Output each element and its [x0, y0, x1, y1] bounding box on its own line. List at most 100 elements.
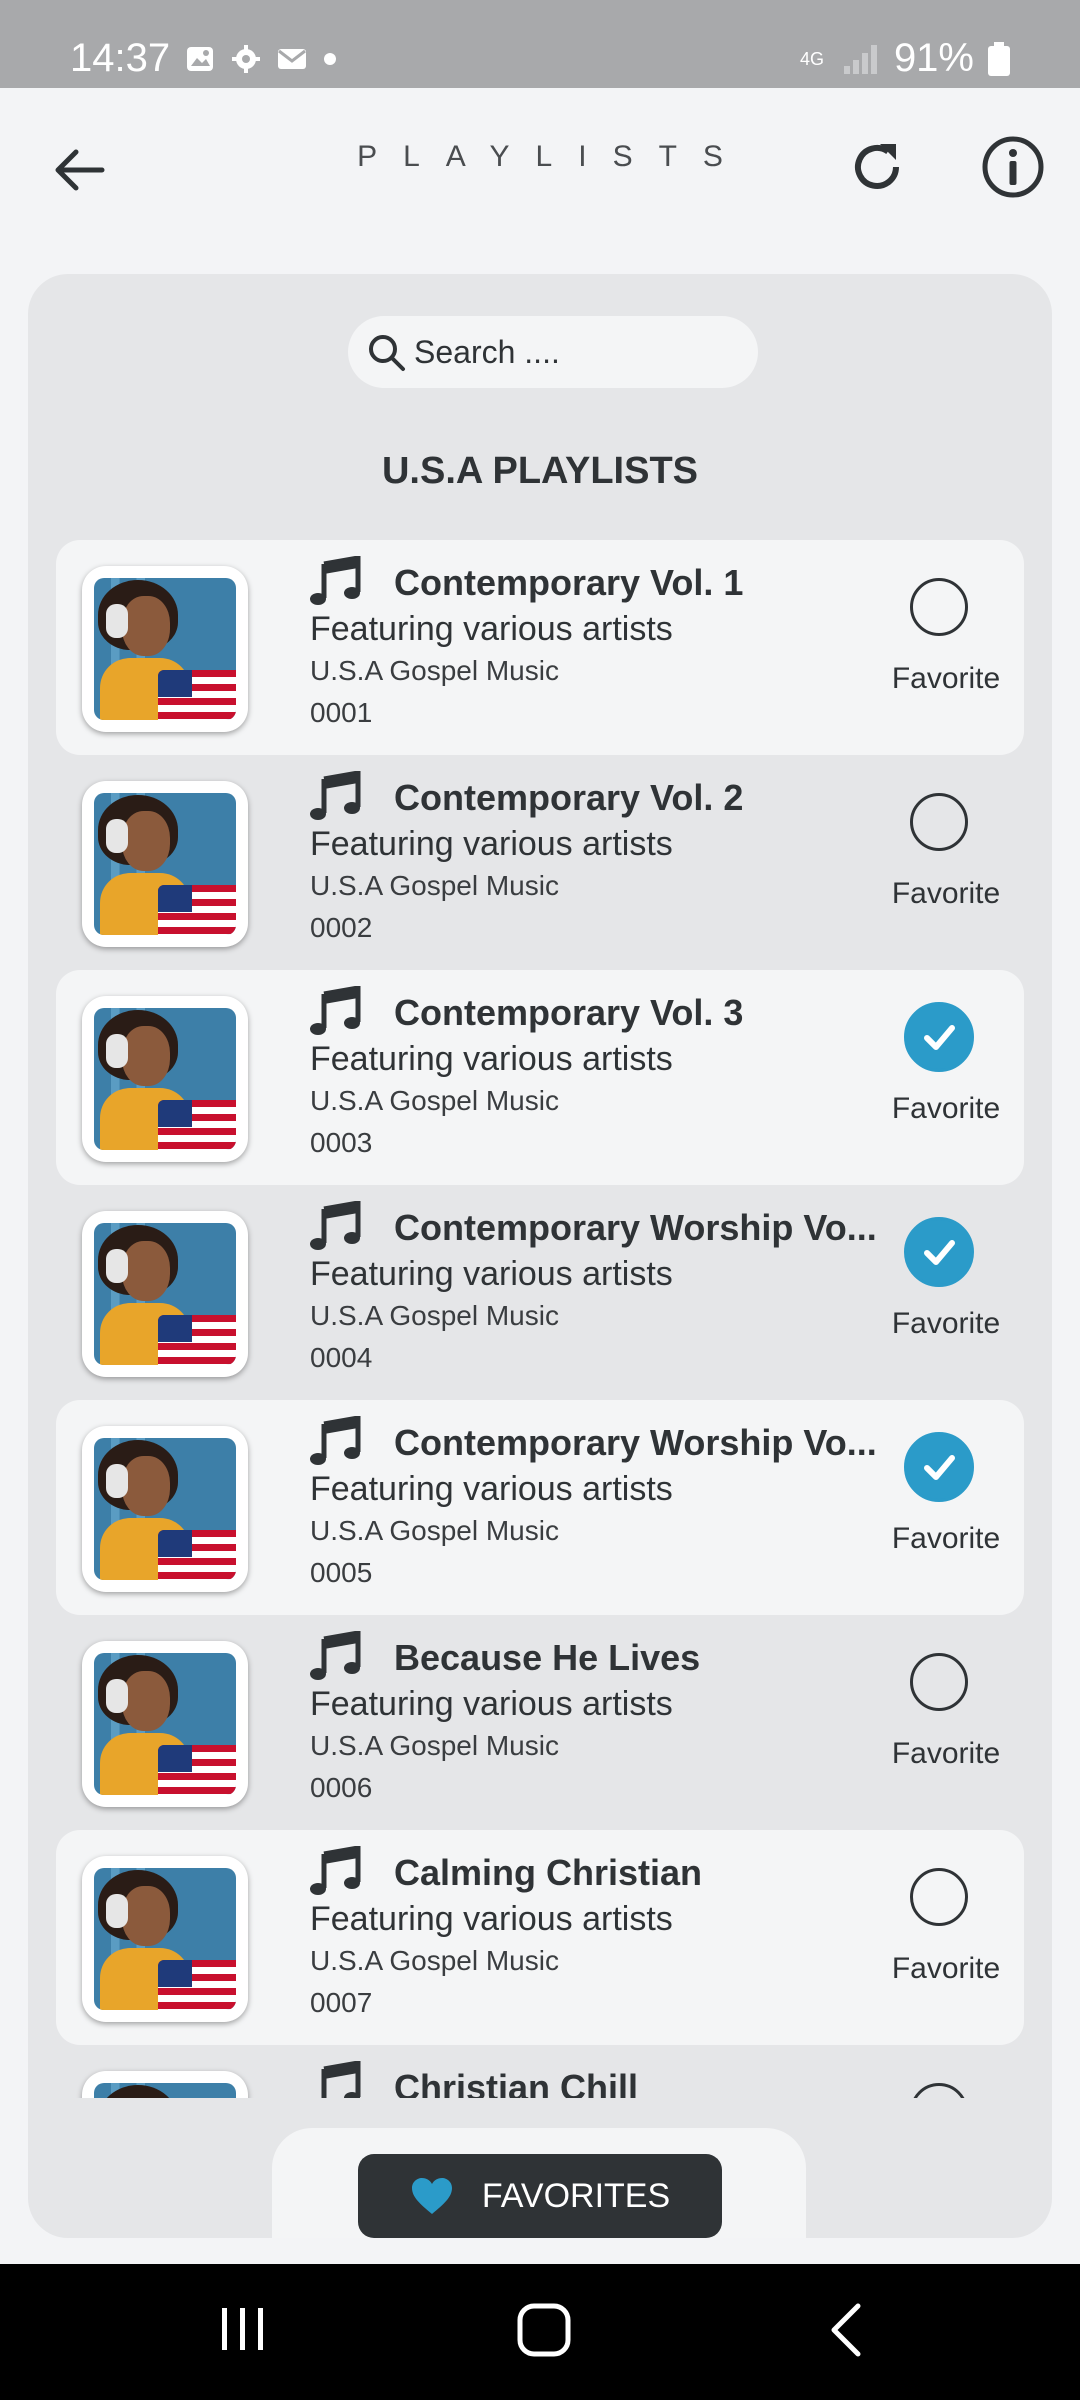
favorite-checkbox[interactable]: [910, 578, 968, 636]
cover-image: [94, 1223, 236, 1365]
playlist-title: Contemporary Worship Vo...: [394, 1422, 877, 1463]
playlist-number: 0007: [310, 1987, 373, 2018]
playlist-row[interactable]: Contemporary Vol. 2 Featuring various ar…: [56, 755, 1024, 970]
playlist-title: Because He Lives: [394, 1637, 701, 1678]
cover-image: [94, 1868, 236, 2010]
playlist-title: Contemporary Vol. 2: [394, 777, 744, 818]
mail-icon: [278, 49, 306, 69]
playlist-row[interactable]: Because He Lives Featuring various artis…: [56, 1615, 1024, 1830]
cover-image: [94, 1438, 236, 1580]
cover-image: [94, 1653, 236, 1795]
usa-flag-icon: [158, 670, 236, 720]
playlist-genre: U.S.A Gospel Music: [310, 655, 559, 686]
usa-flag-icon: [158, 1315, 236, 1365]
playlist-number: 0001: [310, 697, 373, 728]
usa-flag-icon: [158, 885, 236, 935]
playlist-thumbnail: [82, 2071, 248, 2098]
status-time: 14:37: [70, 36, 171, 80]
home-icon[interactable]: [516, 2302, 572, 2358]
favorite-checkbox[interactable]: [910, 793, 968, 851]
playlist-subtitle: Featuring various artists: [310, 1040, 673, 1078]
favorite-checkbox[interactable]: [910, 2083, 968, 2098]
playlist-number: 0003: [310, 1127, 373, 1158]
favorite-checkbox[interactable]: [904, 1217, 974, 1287]
playlist-genre: U.S.A Gospel Music: [310, 1300, 559, 1331]
playlist-genre: U.S.A Gospel Music: [310, 1730, 559, 1761]
playlist-title: Calming Christian: [394, 1852, 703, 1893]
playlist-genre: U.S.A Gospel Music: [310, 870, 559, 901]
music-note-icon: [310, 771, 361, 820]
usa-flag-icon: [158, 1530, 236, 1580]
playlist-subtitle: Featuring various artists: [310, 610, 673, 648]
playlist-thumbnail: [82, 1426, 248, 1592]
playlist-genre: U.S.A Gospel Music: [310, 1085, 559, 1116]
playlist-title: Contemporary Worship Vo...: [394, 1207, 877, 1248]
search-bar[interactable]: [348, 316, 758, 388]
favorite-label: Favorite: [891, 1952, 1001, 1985]
cover-image: [94, 2083, 236, 2098]
favorite-checkbox[interactable]: [904, 1432, 974, 1502]
favorite-checkbox[interactable]: [910, 1653, 968, 1711]
playlists-panel: U.S.A PLAYLISTS Contemporary Vol. 1 Feat…: [28, 274, 1052, 2238]
search-input[interactable]: [414, 333, 734, 371]
battery-icon: [988, 41, 1010, 76]
app-header: PLAYLISTS: [0, 88, 1080, 268]
nav-back-icon[interactable]: [826, 2302, 866, 2358]
playlist-row[interactable]: Contemporary Vol. 3 Featuring various ar…: [56, 970, 1024, 1185]
usa-flag-icon: [158, 1745, 236, 1795]
playlist-row[interactable]: Christian Chill: [56, 2045, 1024, 2098]
recent-apps-icon[interactable]: [218, 2304, 268, 2354]
favorite-label: Favorite: [891, 1307, 1001, 1340]
info-icon[interactable]: [980, 134, 1046, 200]
playlist-title: Contemporary Vol. 1: [394, 562, 744, 603]
music-note-icon: [310, 1201, 361, 1250]
search-icon: [369, 335, 405, 371]
playlist-title: Christian Chill: [394, 2067, 639, 2098]
music-note-icon: [321, 2061, 361, 2098]
favorite-label: Favorite: [891, 1092, 1001, 1125]
playlist-genre: U.S.A Gospel Music: [310, 1515, 559, 1546]
check-icon: [924, 1025, 955, 1050]
playlist-thumbnail: [82, 1856, 248, 2022]
playlist-number: 0006: [310, 1772, 373, 1803]
playlist-subtitle: Featuring various artists: [310, 1255, 673, 1293]
favorites-button-label: FAVORITES: [481, 2176, 671, 2215]
cover-image: [94, 793, 236, 935]
playlist-row[interactable]: Calming Christian Featuring various arti…: [56, 1830, 1024, 2045]
network-type: 4G: [799, 48, 824, 69]
playlist-thumbnail: [82, 1641, 248, 1807]
music-note-icon: [310, 1631, 361, 1680]
status-right: 4G 91%: [800, 36, 1010, 81]
playlist-title: Contemporary Vol. 3: [394, 992, 744, 1033]
system-nav-bar: [0, 2264, 1080, 2400]
favorite-checkbox[interactable]: [904, 1002, 974, 1072]
favorites-button[interactable]: FAVORITES: [358, 2154, 722, 2238]
playlist-thumbnail: [82, 566, 248, 732]
music-note-icon: [310, 986, 361, 1035]
heart-icon: [411, 2178, 452, 2214]
playlist-row[interactable]: Contemporary Worship Vo... Featuring var…: [56, 1185, 1024, 1400]
music-note-icon: [310, 1416, 361, 1465]
favorite-label: Favorite: [891, 877, 1001, 910]
refresh-icon[interactable]: [848, 138, 906, 196]
playlist-row[interactable]: Contemporary Worship Vo... Featuring var…: [56, 1400, 1024, 1615]
favorite-checkbox[interactable]: [910, 1868, 968, 1926]
section-title: U.S.A PLAYLISTS: [381, 450, 699, 492]
signal-icon: [843, 44, 877, 74]
playlist-list[interactable]: Contemporary Vol. 1 Featuring various ar…: [56, 540, 1024, 2098]
favorite-label: Favorite: [891, 662, 1001, 695]
playlist-thumbnail: [82, 781, 248, 947]
music-note-icon: [310, 1846, 361, 1895]
playlist-number: 0002: [310, 912, 373, 943]
more-dot-icon: [324, 53, 336, 65]
check-icon: [924, 1455, 955, 1480]
favorite-label: Favorite: [891, 1737, 1001, 1770]
music-note-icon: [310, 556, 361, 605]
page-title: PLAYLISTS: [357, 140, 749, 173]
gallery-icon: [187, 47, 213, 71]
playlist-row[interactable]: Contemporary Vol. 1 Featuring various ar…: [56, 540, 1024, 755]
check-icon: [924, 1240, 955, 1265]
playlist-subtitle: Featuring various artists: [310, 1900, 673, 1938]
playlist-genre: U.S.A Gospel Music: [310, 1945, 559, 1976]
cover-image: [94, 578, 236, 720]
